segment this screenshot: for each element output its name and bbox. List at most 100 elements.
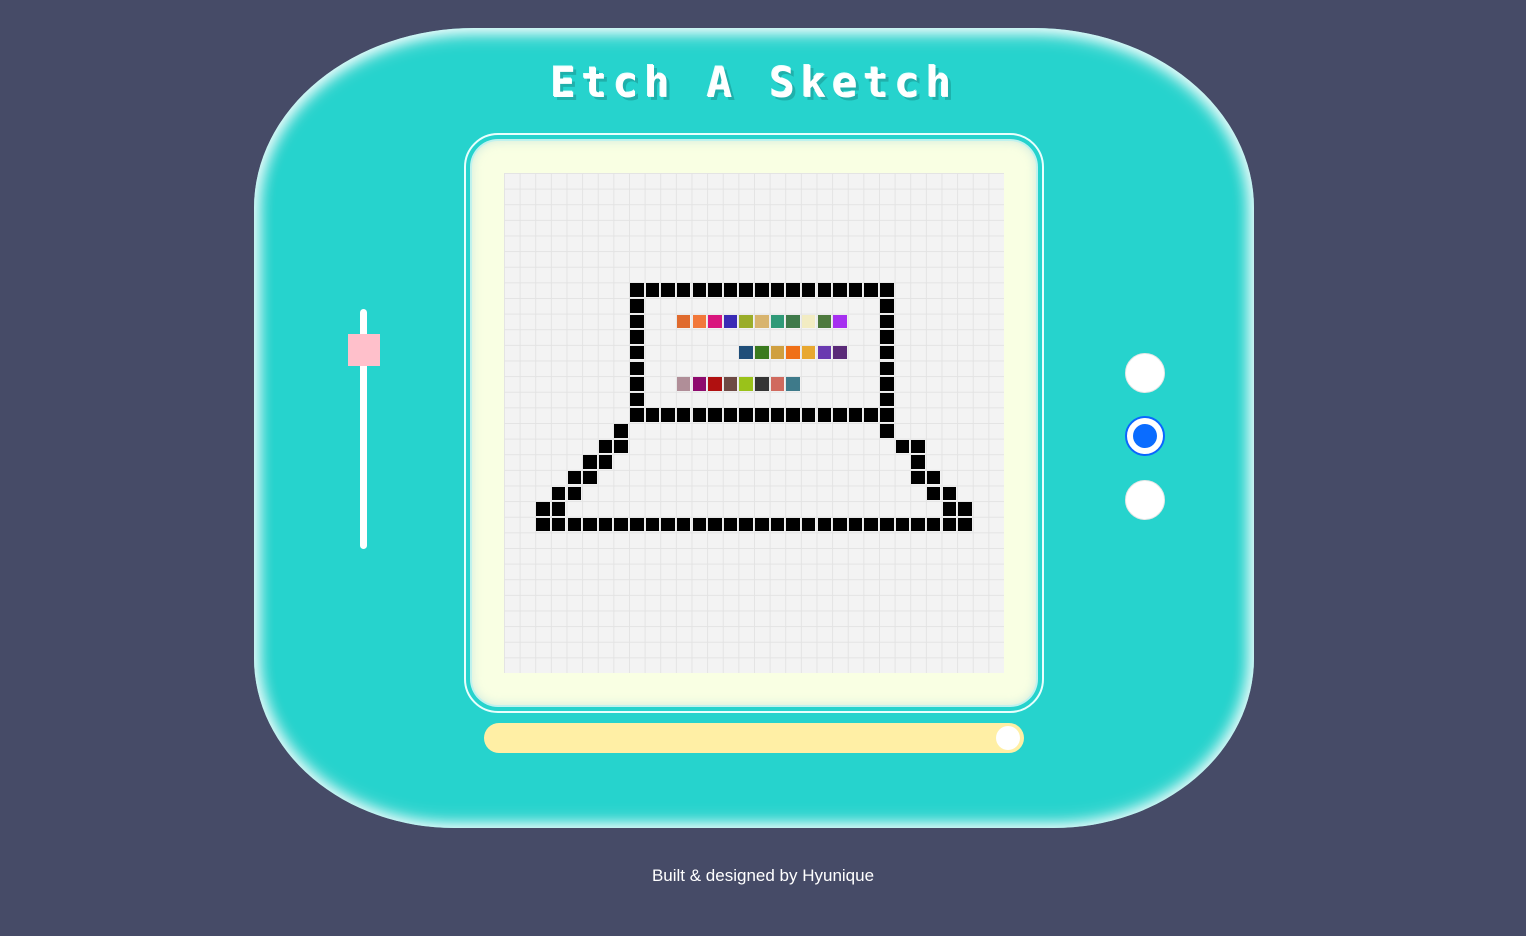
grid-cell-filled[interactable]	[723, 377, 738, 391]
grid-cell-filled[interactable]	[676, 408, 691, 422]
grid-cell-filled[interactable]	[583, 470, 597, 485]
grid-cell-filled[interactable]	[723, 314, 738, 329]
grid-cell-filled[interactable]	[786, 517, 800, 532]
grid-cell-filled[interactable]	[630, 408, 644, 422]
grid-cell-filled[interactable]	[942, 502, 957, 516]
grid-cell-filled[interactable]	[723, 283, 738, 297]
grid-cell-filled[interactable]	[645, 283, 660, 297]
grid-cell-filled[interactable]	[755, 517, 769, 532]
grid-cell-filled[interactable]	[911, 439, 925, 454]
grid-cell-filled[interactable]	[708, 283, 722, 297]
grid-cell-filled[interactable]	[630, 330, 644, 344]
grid-cell-filled[interactable]	[880, 361, 894, 376]
grid-cell-filled[interactable]	[786, 283, 800, 297]
grid-cell-filled[interactable]	[614, 424, 628, 438]
grid-cell-filled[interactable]	[739, 314, 753, 329]
grid-cell-filled[interactable]	[630, 345, 644, 360]
grid-cell-filled[interactable]	[676, 283, 691, 297]
grid-cell-filled[interactable]	[630, 299, 644, 313]
mode-radio-1[interactable]	[1125, 353, 1165, 393]
grid-cell-filled[interactable]	[723, 517, 738, 532]
grid-cell-filled[interactable]	[833, 283, 847, 297]
grid-cell-filled[interactable]	[864, 283, 878, 297]
grid-cell-filled[interactable]	[708, 408, 722, 422]
grid-cell-filled[interactable]	[614, 439, 628, 454]
grid-cell-filled[interactable]	[958, 517, 972, 532]
grid-cell-filled[interactable]	[817, 517, 832, 532]
grid-cell-filled[interactable]	[817, 283, 832, 297]
grid-cell-filled[interactable]	[926, 470, 941, 485]
grid-cell-filled[interactable]	[926, 517, 941, 532]
grid-cell-filled[interactable]	[942, 517, 957, 532]
grid-cell-filled[interactable]	[833, 345, 847, 360]
grid-cell-filled[interactable]	[567, 486, 582, 501]
grid-cell-filled[interactable]	[880, 283, 894, 297]
grid-cell-filled[interactable]	[661, 283, 675, 297]
mode-radio-2[interactable]	[1125, 416, 1165, 456]
grid-cell-filled[interactable]	[630, 517, 644, 532]
grid-cell-filled[interactable]	[583, 455, 597, 469]
grid-cell-filled[interactable]	[926, 486, 941, 501]
grid-cell-filled[interactable]	[895, 517, 910, 532]
grid-cell-filled[interactable]	[723, 408, 738, 422]
grid-cell-filled[interactable]	[630, 377, 644, 391]
grid-cell-filled[interactable]	[817, 408, 832, 422]
grid-cell-filled[interactable]	[614, 517, 628, 532]
grid-cell-filled[interactable]	[661, 408, 675, 422]
grid-cell-filled[interactable]	[551, 486, 566, 501]
grid-size-slider-thumb[interactable]	[348, 334, 380, 366]
grid-cell-filled[interactable]	[864, 517, 878, 532]
mode-radio-3[interactable]	[1125, 480, 1165, 520]
grid-cell-filled[interactable]	[770, 314, 785, 329]
grid-cell-filled[interactable]	[833, 314, 847, 329]
grid-cell-filled[interactable]	[880, 517, 894, 532]
grid-cell-filled[interactable]	[536, 517, 550, 532]
grid-cell-filled[interactable]	[676, 517, 691, 532]
grid-cell-filled[interactable]	[708, 314, 722, 329]
grid-cell-filled[interactable]	[567, 517, 582, 532]
grid-cell-filled[interactable]	[645, 517, 660, 532]
grid-cell-filled[interactable]	[801, 314, 816, 329]
grid-cell-filled[interactable]	[755, 345, 769, 360]
grid-cell-filled[interactable]	[880, 377, 894, 391]
grid-cell-filled[interactable]	[739, 345, 753, 360]
grid-cell-filled[interactable]	[848, 517, 863, 532]
grid-cell-filled[interactable]	[911, 517, 925, 532]
grid-cell-filled[interactable]	[598, 455, 613, 469]
grid-cell-filled[interactable]	[911, 455, 925, 469]
grid-cell-filled[interactable]	[692, 314, 707, 329]
grid-cell-filled[interactable]	[880, 392, 894, 407]
grid-cell-filled[interactable]	[630, 283, 644, 297]
grid-cell-filled[interactable]	[630, 392, 644, 407]
grid-cell-filled[interactable]	[739, 377, 753, 391]
grid-cell-filled[interactable]	[661, 517, 675, 532]
grid-cell-filled[interactable]	[833, 408, 847, 422]
grid-cell-filled[interactable]	[770, 345, 785, 360]
drawing-grid[interactable]	[504, 173, 1004, 673]
grid-cell-filled[interactable]	[801, 283, 816, 297]
grid-cell-filled[interactable]	[598, 439, 613, 454]
grid-cell-filled[interactable]	[786, 345, 800, 360]
grid-cell-filled[interactable]	[551, 502, 566, 516]
grid-cell-filled[interactable]	[536, 502, 550, 516]
grid-cell-filled[interactable]	[770, 377, 785, 391]
grid-cell-filled[interactable]	[770, 283, 785, 297]
grid-cell-filled[interactable]	[880, 314, 894, 329]
grid-cell-filled[interactable]	[567, 470, 582, 485]
grid-cell-filled[interactable]	[708, 377, 722, 391]
grid-cell-filled[interactable]	[739, 283, 753, 297]
grid-cell-filled[interactable]	[880, 345, 894, 360]
bottom-slider-track[interactable]	[484, 723, 1024, 753]
grid-cell-filled[interactable]	[864, 408, 878, 422]
grid-cell-filled[interactable]	[739, 517, 753, 532]
grid-cell-filled[interactable]	[692, 517, 707, 532]
grid-cell-filled[interactable]	[942, 486, 957, 501]
grid-cell-filled[interactable]	[755, 377, 769, 391]
grid-cell-filled[interactable]	[880, 424, 894, 438]
grid-cell-filled[interactable]	[551, 517, 566, 532]
grid-cell-filled[interactable]	[880, 330, 894, 344]
grid-cell-filled[interactable]	[630, 314, 644, 329]
grid-cell-filled[interactable]	[801, 517, 816, 532]
grid-cell-filled[interactable]	[583, 517, 597, 532]
grid-cell-filled[interactable]	[801, 408, 816, 422]
